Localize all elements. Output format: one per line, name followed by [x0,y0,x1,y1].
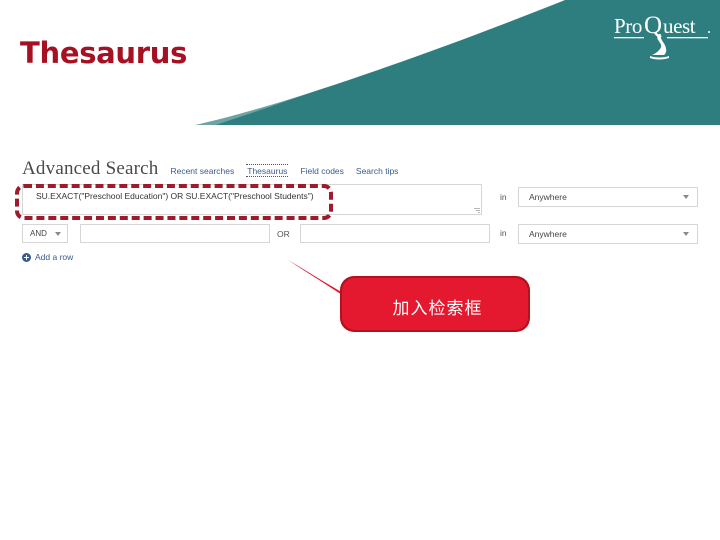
search-row-2: AND OR in Anywhere [22,224,698,246]
proquest-logo-icon: Pro Q uest [614,14,710,60]
field-select-row-1[interactable]: Anywhere [518,187,698,207]
svg-text:Pro: Pro [614,14,642,38]
page-title: Thesaurus [20,36,188,70]
boolean-operator-value: AND [30,229,47,238]
search-term-input-a[interactable] [80,224,270,243]
advanced-search-heading: Advanced Search [22,158,159,179]
or-label: OR [277,229,290,239]
chevron-down-icon [683,195,689,199]
add-row-label: Add a row [35,252,74,262]
callout-text: 加入检索框 [392,298,483,319]
boolean-operator-select[interactable]: AND [22,224,68,243]
search-term-input-b[interactable] [300,224,490,243]
chevron-down-icon [683,232,689,236]
nav-link-search-tips[interactable]: Search tips [356,166,399,176]
search-query-textarea[interactable] [22,184,482,215]
advanced-search-header: Advanced Search Recent searches Thesauru… [22,158,398,180]
field-select-row-2[interactable]: Anywhere [518,224,698,244]
callout-annotation: 加入检索框 [283,255,543,345]
nav-link-thesaurus[interactable]: Thesaurus [246,164,289,177]
field-select-row-2-value: Anywhere [529,229,567,239]
add-row-link[interactable]: Add a row [22,252,73,262]
chevron-down-icon [55,231,61,236]
nav-link-field-codes[interactable]: Field codes [300,166,343,176]
field-select-row-1-value: Anywhere [529,192,567,202]
plus-circle-icon [22,252,31,262]
svg-text:uest: uest [663,14,696,38]
search-row-1: in Anywhere [22,184,698,216]
nav-link-recent-searches[interactable]: Recent searches [170,166,234,176]
proquest-logo: Pro Q uest [614,14,712,62]
in-label-row-1: in [500,192,507,202]
in-label-row-2: in [500,228,507,238]
advanced-search-nav: Recent searches Thesaurus Field codes Se… [170,164,398,177]
